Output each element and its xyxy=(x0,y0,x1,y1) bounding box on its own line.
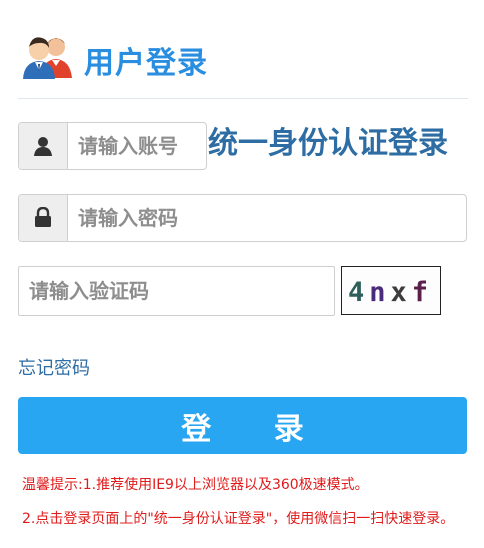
page-title: 用户登录 xyxy=(84,46,208,81)
account-group xyxy=(18,122,207,170)
user-icon xyxy=(34,137,52,156)
password-input[interactable] xyxy=(68,195,466,241)
users-icon xyxy=(23,37,72,79)
captcha-glyph: f xyxy=(412,277,433,308)
password-addon xyxy=(19,195,68,241)
forgot-password-link[interactable]: 忘记密码 xyxy=(18,354,90,380)
captcha-input[interactable] xyxy=(18,266,335,316)
account-addon xyxy=(19,123,68,169)
account-input[interactable] xyxy=(68,123,206,169)
tip-line-1: 温馨提示:1.推荐使用IE9以上浏览器以及360极速模式。 xyxy=(22,477,369,493)
captcha-glyph: n xyxy=(369,277,390,308)
login-header: 用户登录 xyxy=(18,28,468,99)
captcha-text: 4nxf xyxy=(348,277,433,308)
lock-icon xyxy=(35,207,51,227)
captcha-image[interactable]: 4nxf xyxy=(341,266,441,315)
captcha-graphic: 4nxf xyxy=(348,277,433,308)
login-button[interactable]: 登 录 xyxy=(18,397,467,454)
tip-line-2: 2.点击登录页面上的"统一身份认证登录"，使用微信扫一扫快速登录。 xyxy=(22,511,455,527)
captcha-glyph: 4 xyxy=(348,277,369,308)
password-group xyxy=(18,194,467,242)
unified-login-link[interactable]: 统一身份认证登录 xyxy=(208,118,448,162)
captcha-glyph: x xyxy=(391,277,412,308)
